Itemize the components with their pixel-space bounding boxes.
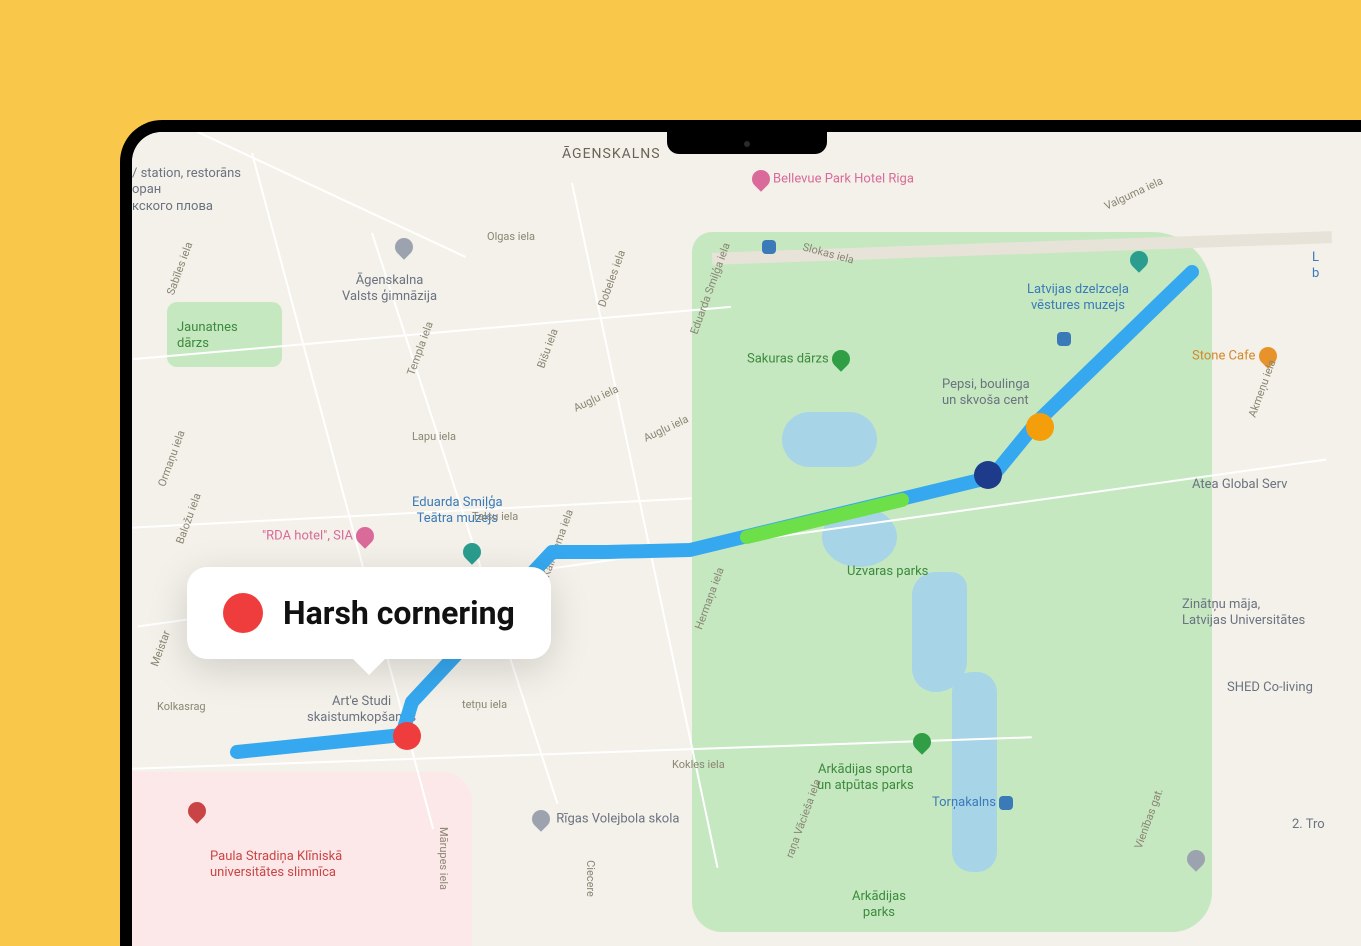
street-kokles: Kokles iela: [672, 758, 725, 771]
street-sabiles: Sabīles iela: [164, 240, 195, 297]
street-olgas: Olgas iela: [487, 230, 535, 243]
poi-dzelzcela[interactable]: Latvijas dzelzceļa vēstures muzejs: [1027, 249, 1129, 363]
event-dot-red[interactable]: [393, 722, 421, 750]
poi-shed[interactable]: SHED Co-living: [1227, 680, 1313, 696]
street-talsu: Talsu iela: [472, 510, 518, 523]
street-balozuiela: Baložu iela: [173, 491, 203, 545]
poi-lb[interactable]: L b: [1312, 250, 1319, 283]
street-auglu: Augļu iela: [572, 382, 621, 414]
poi-stradina[interactable]: Paula Stradiņa Klīniskā universitātes sl…: [210, 800, 342, 914]
poi-atea[interactable]: Atea Global Serv: [1192, 477, 1287, 493]
transit-icon: [1057, 332, 1071, 346]
park-icon: [828, 346, 853, 371]
poi-arte[interactable]: Art'e Studi skaistumkopšanas: [307, 694, 416, 727]
pond-1: [782, 412, 877, 467]
street-kolkasrag: Kolkasrag: [157, 700, 206, 713]
street-bisu: Bišu iela: [534, 327, 560, 370]
event-dot-navy[interactable]: [974, 461, 1002, 489]
poi-volejbola[interactable]: Rīgas Volejbola skola: [532, 810, 679, 828]
poi-bellevue[interactable]: Bellevue Park Hotel Riga: [752, 170, 914, 188]
poi-pepsi[interactable]: Pepsi, boulinga un skvoša cent: [942, 377, 1030, 410]
event-dot-orange[interactable]: [1026, 413, 1054, 441]
poi-tro[interactable]: 2. Tro: [1292, 817, 1325, 833]
event-tooltip[interactable]: Harsh cornering: [187, 567, 551, 659]
hotel-icon: [748, 166, 773, 191]
tooltip-label: Harsh cornering: [283, 594, 515, 632]
poi-sakuras[interactable]: Sakuras dārzs: [747, 350, 853, 368]
street-ciecere: Ciecere: [584, 860, 597, 897]
poi-tornakalns[interactable]: Torņakalns: [932, 795, 1016, 811]
district-label: ĀGENSKALNS: [562, 146, 661, 164]
pond-2: [822, 507, 897, 567]
transit-icon: [999, 796, 1013, 810]
poi-rda[interactable]: "RDA hotel", SIA: [262, 527, 377, 545]
school-icon: [391, 235, 416, 260]
river-2: [952, 672, 997, 872]
outer-frame: ĀGENSKALNS Bellevue Park Hotel Riga / st…: [0, 0, 1361, 946]
street-marupes: Mārupes iela: [437, 827, 450, 890]
street-tietnu: tetņu iela: [462, 698, 507, 711]
school-icon: [528, 806, 553, 831]
museum-icon: [459, 540, 484, 565]
street-kalnciema: Kalnciema iela: [539, 508, 576, 580]
river-1: [912, 572, 967, 692]
poi-zinatnu[interactable]: Zinātņu māja, Latvijas Universitātes: [1182, 564, 1305, 662]
poi-station[interactable]: / station, restorāns оран кского плова: [132, 166, 241, 215]
street-lapu: Lapu iela: [412, 430, 456, 443]
poi-arkadijas-sport[interactable]: Arkādijas sporta un atpūtas parks: [817, 729, 914, 843]
laptop-bezel: ĀGENSKALNS Bellevue Park Hotel Riga / st…: [120, 120, 1361, 946]
street-dobeles: Dobeles iela: [595, 248, 628, 308]
poi-uzvaras[interactable]: Uzvaras parks: [847, 564, 928, 580]
poi-arkadijas-park[interactable]: Arkādijas parks: [852, 889, 906, 922]
hotel-icon: [352, 523, 377, 548]
laptop-screen[interactable]: ĀGENSKALNS Bellevue Park Hotel Riga / st…: [132, 132, 1361, 946]
transit-icon: [762, 240, 776, 254]
map-canvas[interactable]: ĀGENSKALNS Bellevue Park Hotel Riga / st…: [132, 132, 1361, 946]
laptop-notch: [667, 132, 827, 154]
poi-jaunatnes[interactable]: Jaunatnes dārzs: [177, 320, 238, 353]
street-akmenu: Akmeņu iela: [1246, 358, 1279, 419]
street-valguma: Valguma iela: [1102, 174, 1165, 212]
tooltip-dot-icon: [223, 593, 263, 633]
street-melstra: Meistar: [148, 629, 173, 668]
street-ormanu: Ormaņu iela: [155, 429, 187, 489]
street-auglu2: Augļu iela: [642, 412, 691, 444]
